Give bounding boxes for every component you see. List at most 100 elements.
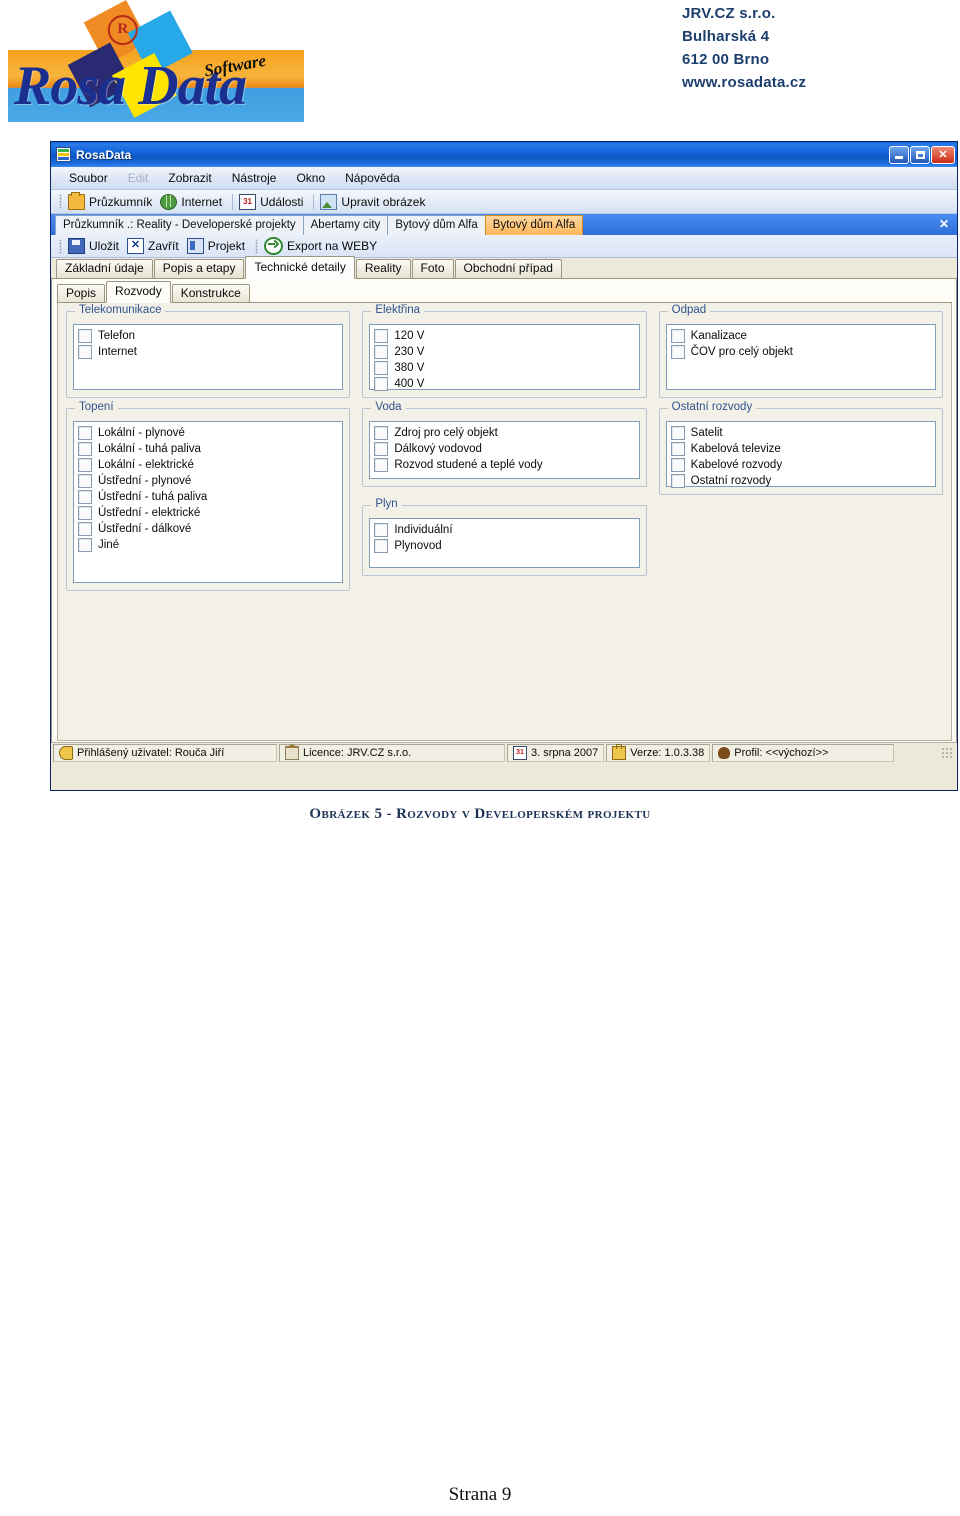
checkbox-row-lokalni-tuha-paliva[interactable]: Lokální - tuhá paliva <box>78 441 338 457</box>
checkbox-icon[interactable] <box>374 539 389 553</box>
checkbox-row-individualni[interactable]: Individuální <box>374 522 634 538</box>
checkbox-row-230v[interactable]: 230 V <box>374 344 634 360</box>
checkbox-row-400v[interactable]: 400 V <box>374 376 634 392</box>
tab-technicke-detaily[interactable]: Technické detaily <box>245 256 355 279</box>
checkbox-icon[interactable] <box>78 458 92 472</box>
save-button[interactable]: Uložit <box>66 237 125 255</box>
checkbox-row-ustredni-dalkove[interactable]: Ústřední - dálkové <box>78 521 338 537</box>
company-street: Bulharská 4 <box>682 28 770 45</box>
checkbox-icon[interactable] <box>374 523 389 537</box>
toolbar-label: Upravit obrázek <box>341 194 426 209</box>
checkbox-row-ustredni-elektricke[interactable]: Ústřední - elektrické <box>78 505 338 521</box>
checkbox-row-lokalni-elektricke[interactable]: Lokální - elektrické <box>78 457 338 473</box>
checkbox-icon[interactable] <box>78 426 92 440</box>
export-toolbar-grip[interactable] <box>255 238 259 254</box>
project-button[interactable]: Projekt <box>185 237 251 255</box>
checkbox-row-380v[interactable]: 380 V <box>374 360 634 376</box>
subtab-popis[interactable]: Popis <box>57 284 106 302</box>
profile-icon <box>718 746 731 759</box>
checkbox-icon[interactable] <box>374 377 389 391</box>
checkbox-icon[interactable] <box>78 442 92 456</box>
checkbox-icon[interactable] <box>670 458 685 472</box>
groupbox-topeni: Topení Lokální - plynové Lokální - tuhá … <box>66 401 351 591</box>
checkbox-icon[interactable] <box>670 329 685 343</box>
checkbox-icon[interactable] <box>78 522 92 536</box>
checkbox-row-zdroj-pro-cely-objekt[interactable]: Zdroj pro celý objekt <box>374 425 634 441</box>
checkbox-icon[interactable] <box>374 458 389 472</box>
toolbar-button-upravit-obrazek[interactable]: Upravit obrázek <box>318 193 431 211</box>
groupbox-plyn: Plyn Individuální Plynovod <box>362 498 647 576</box>
subtab-konstrukce[interactable]: Konstrukce <box>171 284 250 302</box>
resize-grip[interactable] <box>941 746 953 759</box>
toolbar-button-udalosti[interactable]: 31 Události <box>237 193 309 211</box>
checkbox-row-ustredni-plynove[interactable]: Ústřední - plynové <box>78 473 338 489</box>
checkbox-row-lokalni-plynove[interactable]: Lokální - plynové <box>78 425 338 441</box>
document-tab-bytovy-dum-alfa-1[interactable]: Bytový dům Alfa <box>387 215 486 235</box>
checkbox-icon[interactable] <box>374 329 389 343</box>
checkbox-label: 120 V <box>394 330 425 342</box>
toolbar-label: Události <box>260 194 304 209</box>
document-tab-pruzkumnik[interactable]: Průzkumník .: Reality - Developerské pro… <box>55 215 304 235</box>
checkbox-icon[interactable] <box>78 345 92 359</box>
checkbox-icon[interactable] <box>78 474 92 488</box>
checkbox-row-jine[interactable]: Jiné <box>78 537 338 553</box>
checkbox-icon[interactable] <box>374 361 389 375</box>
rosadata-logo: R Rosa Data Software <box>8 0 308 122</box>
tab-foto[interactable]: Foto <box>411 259 454 278</box>
checkbox-row-kanalizace[interactable]: Kanalizace <box>670 328 931 344</box>
menu-item-zobrazit[interactable]: Zobrazit <box>158 169 221 187</box>
checkbox-icon[interactable] <box>78 329 92 343</box>
checkbox-icon[interactable] <box>78 538 92 552</box>
document-tab-bytovy-dum-alfa-2[interactable]: Bytový dům Alfa <box>484 215 584 235</box>
checkbox-icon[interactable] <box>374 426 389 440</box>
close-window-button[interactable]: ✕ <box>931 145 955 164</box>
minimize-button[interactable] <box>889 145 909 164</box>
checkbox-icon[interactable] <box>670 442 685 456</box>
export-label: Export na WEBY <box>287 239 378 253</box>
app-icon <box>56 147 71 162</box>
checkbox-row-ostatni-rozvody[interactable]: Ostatní rozvody <box>670 473 931 489</box>
checkbox-row-dalkovy-vodovod[interactable]: Dálkový vodovod <box>374 441 634 457</box>
menu-item-nastroje[interactable]: Nástroje <box>222 169 287 187</box>
maximize-button[interactable] <box>910 145 930 164</box>
checkbox-label: Ústřední - elektrické <box>98 507 201 519</box>
checkbox-row-telefon[interactable]: Telefon <box>78 328 338 344</box>
subtab-rozvody[interactable]: Rozvody <box>106 281 171 303</box>
save-icon <box>68 238 85 254</box>
checkbox-row-120v[interactable]: 120 V <box>374 328 634 344</box>
checkbox-icon[interactable] <box>78 490 92 504</box>
checkbox-list: Telefon Internet <box>73 324 344 390</box>
menu-item-okno[interactable]: Okno <box>286 169 335 187</box>
close-record-button[interactable]: ✕ Zavřít <box>125 237 185 255</box>
checkbox-icon[interactable] <box>670 426 685 440</box>
checkbox-row-ustredni-tuha-paliva[interactable]: Ústřední - tuhá paliva <box>78 489 338 505</box>
checkbox-icon[interactable] <box>670 474 685 488</box>
tab-obchodni-pripad[interactable]: Obchodní případ <box>454 259 562 278</box>
record-toolbar-grip[interactable] <box>59 238 62 254</box>
toolbar-button-pruzkumnik[interactable]: Průzkumník <box>66 191 158 211</box>
document-tab-abertamy-city[interactable]: Abertamy city <box>302 215 389 235</box>
checkbox-row-plynovod[interactable]: Plynovod <box>374 538 634 554</box>
tab-popis-a-etapy[interactable]: Popis a etapy <box>153 259 245 278</box>
tab-zakladni-udaje[interactable]: Základní údaje <box>56 259 153 278</box>
checkbox-row-cov-pro-cely-objekt[interactable]: ČOV pro celý objekt <box>670 344 931 360</box>
checkbox-row-satelit[interactable]: Satelit <box>670 425 931 441</box>
tab-reality[interactable]: Reality <box>355 259 411 278</box>
checkbox-row-internet[interactable]: Internet <box>78 344 338 360</box>
toolbar-grip[interactable] <box>59 194 62 209</box>
export-to-web-button[interactable]: Export na WEBY <box>262 236 383 256</box>
checkbox-row-rozvod-studene-teple-vody[interactable]: Rozvod studené a teplé vody <box>374 457 634 473</box>
toolbar-button-internet[interactable]: Internet <box>158 193 228 211</box>
rozvody-form-area: Telekomunikace Telefon Internet Topení L… <box>57 303 952 741</box>
checkbox-label: Lokální - tuhá paliva <box>98 443 201 455</box>
checkbox-icon[interactable] <box>670 345 685 359</box>
checkbox-icon[interactable] <box>374 345 389 359</box>
checkbox-row-kabelove-rozvody[interactable]: Kabelové rozvody <box>670 457 931 473</box>
checkbox-icon[interactable] <box>78 506 92 520</box>
menu-item-napoveda[interactable]: Nápověda <box>335 169 410 187</box>
toolbar-separator <box>313 193 315 210</box>
menu-item-soubor[interactable]: Soubor <box>59 169 118 187</box>
checkbox-icon[interactable] <box>374 442 389 456</box>
close-document-tab-icon[interactable]: ✕ <box>939 217 949 231</box>
checkbox-row-kabelova-televize[interactable]: Kabelová televize <box>670 441 931 457</box>
